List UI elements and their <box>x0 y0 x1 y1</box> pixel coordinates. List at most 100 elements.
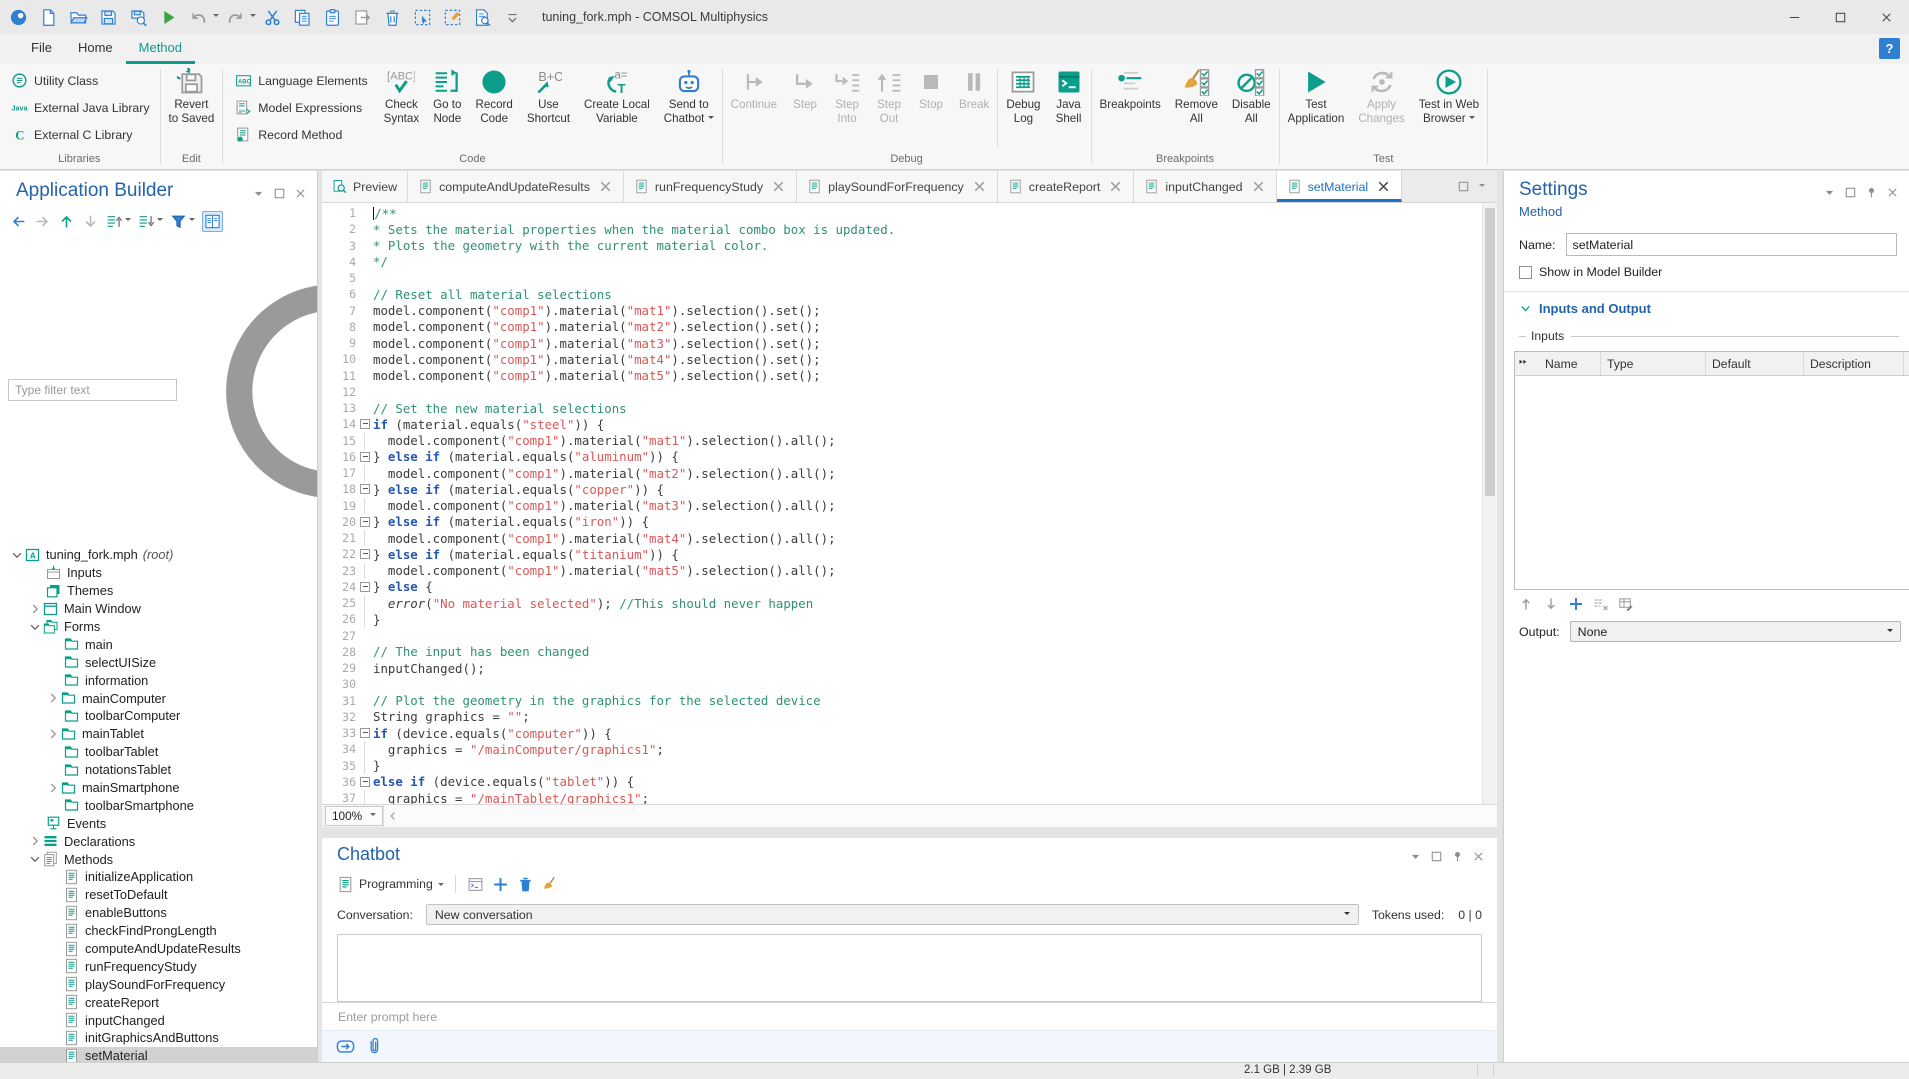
prompt-input[interactable]: Enter prompt here <box>322 1002 1497 1030</box>
ribbon-button-record-method[interactable]: Record Method <box>232 121 370 148</box>
ribbon-button-revert-to-saved[interactable]: Revert to Saved <box>162 64 222 152</box>
add-conversation-icon[interactable] <box>492 876 509 893</box>
paste-icon[interactable] <box>323 8 342 27</box>
tree-item-toolbarTablet[interactable]: toolbarTablet <box>0 743 317 761</box>
arrow-left-icon[interactable] <box>10 213 27 230</box>
ribbon-tab-home[interactable]: Home <box>65 34 126 64</box>
vertical-scrollbar[interactable] <box>1482 203 1497 804</box>
chevron-down-icon[interactable] <box>125 218 131 224</box>
fold-collapse-icon[interactable] <box>360 582 370 592</box>
ribbon-button-test-application[interactable]: Test Application <box>1281 64 1352 152</box>
redo-icon[interactable] <box>226 8 245 27</box>
panel-float-icon[interactable] <box>1430 850 1443 863</box>
tree-item-inputChanged[interactable]: inputChanged <box>0 1011 317 1029</box>
ribbon-tab-method[interactable]: Method <box>126 34 195 64</box>
close-tab-icon[interactable] <box>1108 179 1123 194</box>
tree-item-selectUISize[interactable]: selectUISize <box>0 653 317 671</box>
ribbon-button-breakpoints[interactable]: Breakpoints <box>1093 64 1168 152</box>
ribbon-button-java-shell[interactable]: Java Shell <box>1048 64 1090 152</box>
comsol-logo-icon[interactable] <box>9 8 28 27</box>
pane-float-icon[interactable] <box>1457 180 1470 193</box>
delete-conversation-icon[interactable] <box>517 876 534 893</box>
new-file-icon[interactable] <box>39 8 58 27</box>
ribbon-button-send-to-chatbot[interactable]: Send to Chatbot <box>657 64 721 152</box>
tree-item-information[interactable]: information <box>0 671 317 689</box>
ribbon-button-external-c-library[interactable]: CExternal C Library <box>8 121 153 148</box>
tree-item-main[interactable]: main <box>0 635 317 653</box>
fold-collapse-icon[interactable] <box>360 549 370 559</box>
chevron-down-icon[interactable] <box>157 218 163 224</box>
scroll-left-icon[interactable] <box>386 809 400 823</box>
panel-close-icon[interactable] <box>294 187 307 200</box>
editor-tab-Preview[interactable]: Preview <box>322 171 408 202</box>
chevron-down-icon[interactable] <box>189 218 195 224</box>
expander-closed-icon[interactable] <box>28 834 42 848</box>
ribbon-button-utility-class[interactable]: Utility Class <box>8 67 153 94</box>
add-row-icon[interactable] <box>1568 596 1584 612</box>
tree-item-tuning_fork.mph[interactable]: A tuning_fork.mph(root) <box>0 546 317 564</box>
help-button[interactable]: ? <box>1879 38 1900 59</box>
tree-item-setMaterial[interactable]: setMaterial <box>0 1047 317 1062</box>
run-icon[interactable] <box>159 8 178 27</box>
ribbon-button-debug-log[interactable]: Debug Log <box>999 64 1047 152</box>
panel-close-icon[interactable] <box>1472 850 1485 863</box>
tree-item-initializeApplication[interactable]: initializeApplication <box>0 868 317 886</box>
expander-closed-icon[interactable] <box>28 602 42 616</box>
panel-close-icon[interactable] <box>1886 186 1899 199</box>
chevron-down-icon[interactable] <box>250 14 256 20</box>
scrollbar-thumb[interactable] <box>1485 208 1495 496</box>
save-icon[interactable] <box>99 8 118 27</box>
arrow-up-icon[interactable] <box>58 213 75 230</box>
report-view-icon[interactable] <box>202 211 223 232</box>
conversation-select[interactable]: New conversation <box>426 904 1359 925</box>
inputs-and-output-section-header[interactable]: Inputs and Output <box>1504 292 1909 316</box>
attach-icon[interactable] <box>365 1037 384 1056</box>
expander-closed-icon[interactable] <box>46 781 60 795</box>
preview-doc-icon[interactable] <box>473 8 492 27</box>
win-close-button[interactable] <box>1863 0 1909 34</box>
tree-item-Main Window[interactable]: Main Window <box>0 600 317 618</box>
panel-menu-icon[interactable] <box>252 187 265 200</box>
tree-item-resetToDefault[interactable]: resetToDefault <box>0 886 317 904</box>
tree-item-playSoundForFrequency[interactable]: playSoundForFrequency <box>0 975 317 993</box>
tree-item-checkFindProngLength[interactable]: checkFindProngLength <box>0 922 317 940</box>
code-editor[interactable]: 1 /** 2 * Sets the material properties w… <box>322 203 1497 804</box>
editor-tab-computeAndUpdateResults[interactable]: computeAndUpdateResults <box>408 171 624 202</box>
ribbon-button-record-code[interactable]: Record Code <box>468 64 519 152</box>
cut-icon[interactable] <box>263 8 282 27</box>
save-search-icon[interactable] <box>129 8 148 27</box>
panel-menu-icon[interactable] <box>1823 186 1836 199</box>
column-header-name[interactable]: Name <box>1539 352 1601 375</box>
panel-pin-icon[interactable] <box>1451 850 1464 863</box>
fold-collapse-icon[interactable] <box>360 728 370 738</box>
editor-tab-createReport[interactable]: createReport <box>998 171 1135 202</box>
fold-collapse-icon[interactable] <box>360 777 370 787</box>
ribbon-button-external-java-library[interactable]: JavaExternal Java Library <box>8 94 153 121</box>
paste-go-icon[interactable] <box>353 8 372 27</box>
fold-collapse-icon[interactable] <box>360 452 370 462</box>
column-header-default[interactable]: Default <box>1706 352 1804 375</box>
horizontal-scrollbar[interactable] <box>383 805 1497 827</box>
tree-item-toolbarSmartphone[interactable]: toolbarSmartphone <box>0 796 317 814</box>
column-header-description[interactable]: Description <box>1804 352 1904 375</box>
delete-row-icon[interactable] <box>1593 596 1609 612</box>
paint-marquee-icon[interactable] <box>443 8 462 27</box>
zoom-level-select[interactable]: 100% <box>325 806 383 826</box>
ribbon-button-disable-all[interactable]: Disable All <box>1225 64 1278 152</box>
close-tab-icon[interactable] <box>1376 179 1391 194</box>
ribbon-button-language-elements[interactable]: ABCLanguage Elements <box>232 67 370 94</box>
chevron-down-icon[interactable] <box>1479 184 1485 190</box>
tree-item-toolbarComputer[interactable]: toolbarComputer <box>0 707 317 725</box>
move-row-up-icon[interactable] <box>1518 596 1534 612</box>
select-marquee-icon[interactable] <box>413 8 432 27</box>
tree-item-enableButtons[interactable]: enableButtons <box>0 904 317 922</box>
close-tab-icon[interactable] <box>598 179 613 194</box>
collapse-ribbon-icon[interactable] <box>503 8 522 27</box>
win-maximize-button[interactable] <box>1817 0 1863 34</box>
tree-item-initGraphicsAndButtons[interactable]: initGraphicsAndButtons <box>0 1029 317 1047</box>
ribbon-button-use-shortcut[interactable]: B+C Use Shortcut <box>520 64 577 152</box>
move-row-down-icon[interactable] <box>1543 596 1559 612</box>
fold-collapse-icon[interactable] <box>360 517 370 527</box>
tree-item-Themes[interactable]: Themes <box>0 582 317 600</box>
editor-tab-setMaterial[interactable]: setMaterial <box>1277 171 1403 202</box>
